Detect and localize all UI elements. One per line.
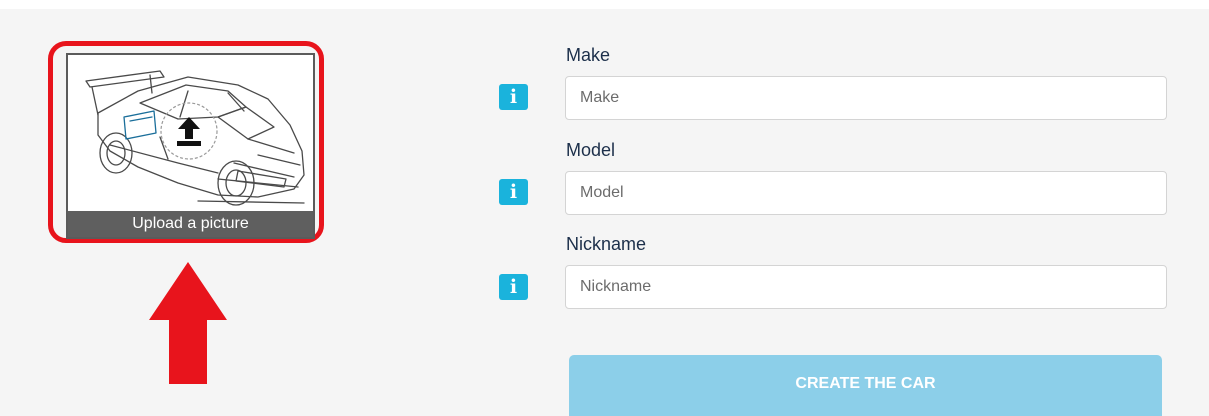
red-arrow-up-icon [149, 262, 227, 384]
model-input[interactable] [565, 171, 1167, 215]
upload-picture-label: Upload a picture [68, 211, 313, 237]
model-info-icon[interactable]: i [499, 179, 528, 205]
nickname-label: Nickname [566, 234, 647, 254]
car-sketch-image [85, 70, 305, 206]
make-label: Make [566, 45, 611, 65]
make-input[interactable] [565, 76, 1167, 120]
create-car-button[interactable]: CREATE THE CAR [569, 355, 1162, 416]
nickname-input[interactable] [565, 265, 1167, 309]
make-info-icon[interactable]: i [499, 84, 528, 110]
upload-picture-button[interactable]: Upload a picture [66, 53, 315, 239]
upload-icon [177, 117, 201, 146]
model-label: Model [566, 140, 616, 160]
nickname-info-icon[interactable]: i [499, 274, 528, 300]
